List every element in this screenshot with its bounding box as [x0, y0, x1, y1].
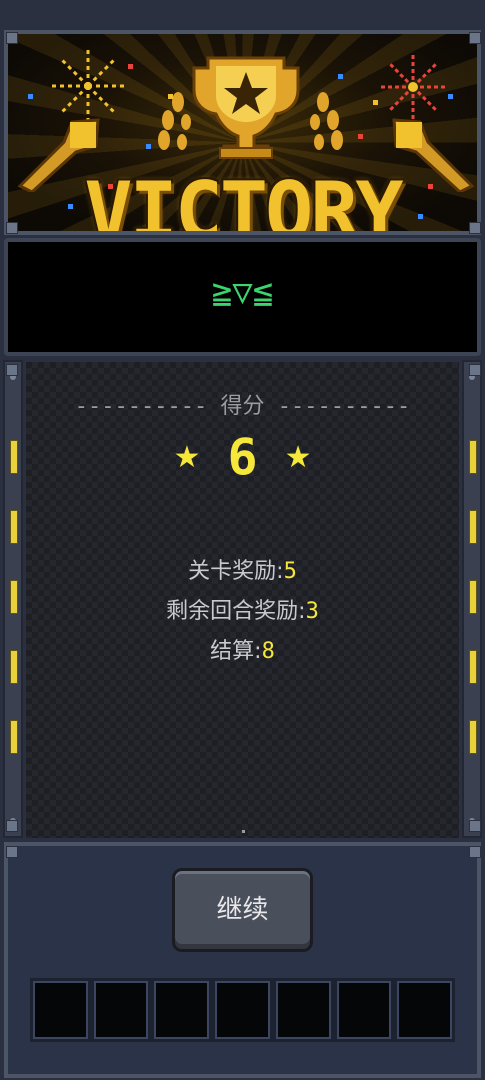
detail-label: 关卡奖励: — [188, 559, 284, 584]
inventory-slot[interactable] — [154, 981, 210, 1039]
score-header: ---------- 得分 ---------- — [74, 394, 411, 419]
corner-bolt — [6, 364, 18, 376]
rail-light — [10, 510, 18, 544]
confetti-icon — [28, 94, 33, 99]
continue-button[interactable]: 继续 — [172, 868, 313, 952]
detail-remaining-rounds-reward: 剩余回合奖励:3 — [0, 593, 485, 625]
corner-bolt — [6, 32, 18, 44]
dot-marker — [242, 830, 245, 833]
corner-bolt — [469, 364, 481, 376]
trophy-icon — [192, 56, 300, 159]
score-row: ★ 6 ★ — [0, 428, 485, 488]
confetti-icon — [448, 94, 453, 99]
detail-value: 8 — [261, 639, 275, 664]
inventory-slot[interactable] — [397, 981, 453, 1039]
rail-light — [469, 510, 477, 544]
confetti-icon — [373, 100, 378, 105]
emote-panel: ≧▽≦ — [4, 238, 481, 356]
confetti-icon — [146, 144, 151, 149]
score-value: 6 — [227, 428, 258, 486]
inventory-slot[interactable] — [33, 981, 88, 1039]
confetti-icon — [168, 94, 173, 99]
corner-bolt — [6, 222, 18, 234]
corner-bolt — [469, 32, 481, 44]
detail-settlement: 结算:8 — [0, 633, 485, 665]
star-icon: ★ — [284, 439, 312, 475]
corner-bolt — [6, 846, 18, 858]
corner-bolt — [469, 820, 481, 832]
detail-value: 3 — [305, 599, 319, 624]
victory-title: VICTORY — [84, 165, 403, 235]
detail-level-reward: 关卡奖励:5 — [0, 553, 485, 585]
corner-bolt — [469, 846, 481, 858]
inventory-slot[interactable] — [93, 981, 149, 1039]
laurel-icon — [158, 92, 191, 150]
rail-light — [469, 720, 477, 754]
inventory-slots — [30, 978, 455, 1042]
confetti-icon — [338, 74, 343, 79]
inventory-slot[interactable] — [215, 981, 270, 1039]
laurel-icon — [310, 92, 343, 150]
corner-bolt — [6, 820, 18, 832]
confetti-icon — [128, 64, 133, 69]
star-icon: ★ — [173, 439, 201, 475]
victory-banner: VICTORY — [4, 30, 481, 235]
confetti-icon — [358, 134, 363, 139]
emote-face: ≧▽≦ — [211, 272, 274, 312]
detail-label: 结算: — [210, 639, 262, 664]
detail-label: 剩余回合奖励: — [166, 599, 306, 624]
detail-value: 5 — [283, 559, 297, 584]
inventory-slot[interactable] — [336, 981, 392, 1039]
corner-bolt — [469, 222, 481, 234]
rail-light — [10, 720, 18, 754]
inventory-slot[interactable] — [275, 981, 331, 1039]
